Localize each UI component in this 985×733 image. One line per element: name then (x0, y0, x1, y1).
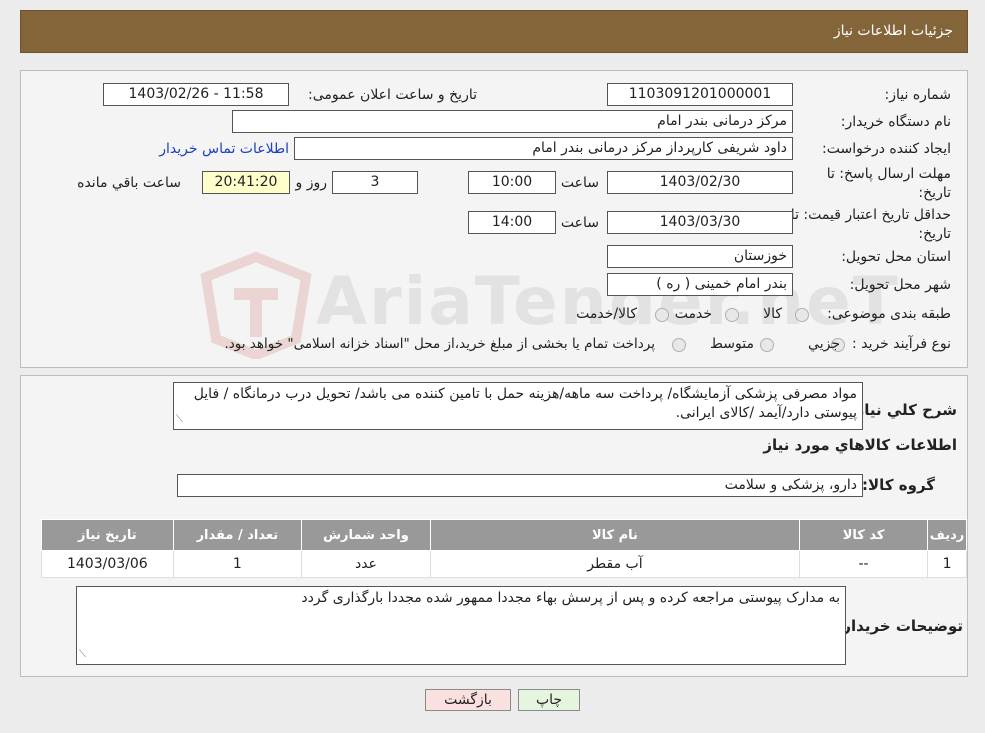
need-number-field[interactable]: 1103091201000001 (607, 83, 793, 106)
goods-table-header: ردیف کد کالا نام کالا واحد شمارش تعداد /… (41, 519, 967, 551)
city-field[interactable]: بندر امام خمینی ( ره ) (607, 273, 793, 296)
need-number-label: شماره نیاز: (884, 87, 952, 103)
description-text: مواد مصرفی پزشکی آزمایشگاه/ پرداخت سه ما… (193, 386, 857, 421)
buyer-notes-label: توضیحات خریدار: (836, 617, 963, 635)
resize-grip-icon[interactable]: ⟋ (79, 645, 86, 664)
days-field[interactable]: 3 (332, 171, 418, 194)
announce-label: تاریخ و ساعت اعلان عمومی: (308, 87, 477, 103)
validity-time-label: ساعت (560, 215, 599, 231)
days-label: روز و (295, 175, 328, 191)
deadline-time-field[interactable]: 10:00 (468, 171, 556, 194)
cell-unit: عدد (301, 550, 431, 578)
col-quantity: تعداد / مقدار (172, 519, 303, 551)
city-label: شهر محل تحویل: (849, 277, 951, 293)
cell-date: 1403/03/06 (41, 550, 174, 578)
validity-label: حداقل تاریخ اعتبار قیمت: تا (790, 207, 951, 223)
details-panel: AriaTender.neT شماره نیاز: 1103091201000… (20, 70, 968, 368)
goods-group-field[interactable]: دارو، پزشکی و سلامت (177, 474, 863, 497)
validity-time-field[interactable]: 14:00 (468, 211, 556, 234)
description-textarea[interactable]: مواد مصرفی پزشکی آزمایشگاه/ پرداخت سه ما… (173, 382, 863, 430)
process-medium-label: متوسط (710, 336, 754, 352)
goods-panel: شرح کلي نیاز: مواد مصرفی پزشکی آزمایشگاه… (20, 375, 968, 677)
remaining-label: ساعت باقي مانده (77, 175, 181, 191)
category-label: طبقه بندی موضوعی: (827, 306, 951, 322)
goods-group-label: گروه کالا: (862, 476, 935, 494)
validity-date-field[interactable]: 1403/03/30 (607, 211, 793, 234)
buyer-notes-text: به مدارک پیوستی مراجعه کرده و پس از پرسش… (301, 590, 840, 606)
deadline-label-2: تاریخ: (918, 185, 951, 201)
announce-field[interactable]: 1403/02/26 - 11:58 (103, 83, 289, 106)
col-date: تاریخ نیاز (41, 519, 174, 551)
province-label: استان محل تحویل: (841, 249, 951, 265)
back-button[interactable]: بازگشت (425, 689, 511, 711)
category-goods-label: کالا (763, 306, 782, 322)
buyer-org-field[interactable]: مرکز درمانی بندر امام (232, 110, 793, 133)
deadline-time-label: ساعت (560, 175, 599, 191)
page-title: جزئیات اطلاعات نیاز (833, 23, 953, 39)
col-row: ردیف (927, 519, 967, 551)
category-goods-radio[interactable] (795, 308, 809, 322)
goods-section-title: اطلاعات کالاهاي مورد نیاز (763, 436, 957, 454)
buyer-notes-textarea[interactable]: به مدارک پیوستی مراجعه کرده و پس از پرسش… (76, 586, 846, 665)
cell-quantity: 1 (172, 550, 303, 578)
cell-code: -- (799, 550, 929, 578)
process-label: نوع فرآیند خرید : (852, 336, 951, 352)
category-goods-service-radio[interactable] (655, 308, 669, 322)
col-code: کد کالا (799, 519, 929, 551)
deadline-label: مهلت ارسال پاسخ: تا (826, 166, 951, 182)
buyer-org-label: نام دستگاه خریدار: (840, 114, 951, 130)
cell-name: آب مقطر (429, 550, 801, 578)
process-medium-radio[interactable] (760, 338, 774, 352)
cell-row: 1 (927, 550, 967, 578)
process-minor-label: جزیي (808, 336, 840, 352)
description-label: شرح کلي نیاز: (849, 401, 957, 419)
table-row[interactable]: 1 -- آب مقطر عدد 1 1403/03/06 (41, 550, 967, 578)
col-name: نام کالا (429, 519, 801, 551)
category-goods-service-label: کالا/خدمت (576, 306, 637, 322)
requester-field[interactable]: داود شریفی کارپرداز مرکز درمانی بندر اما… (294, 137, 793, 160)
goods-table: ردیف کد کالا نام کالا واحد شمارش تعداد /… (41, 519, 967, 578)
validity-label-2: تاریخ: (918, 226, 951, 242)
process-note: پرداخت تمام یا بخشی از مبلغ خرید،از محل … (224, 336, 655, 352)
contact-info-link[interactable]: اطلاعات تماس خریدار (159, 141, 289, 157)
page-header: جزئیات اطلاعات نیاز (20, 10, 968, 53)
province-field[interactable]: خوزستان (607, 245, 793, 268)
category-service-label: خدمت (674, 306, 712, 322)
resize-grip-icon[interactable]: ⟋ (176, 410, 183, 429)
requester-label: ایجاد کننده درخواست: (822, 141, 951, 157)
print-button[interactable]: چاپ (518, 689, 580, 711)
col-unit: واحد شمارش (301, 519, 431, 551)
category-service-radio[interactable] (725, 308, 739, 322)
treasury-checkbox[interactable] (672, 338, 686, 352)
deadline-date-field[interactable]: 1403/02/30 (607, 171, 793, 194)
remaining-time-field[interactable]: 20:41:20 (202, 171, 290, 194)
